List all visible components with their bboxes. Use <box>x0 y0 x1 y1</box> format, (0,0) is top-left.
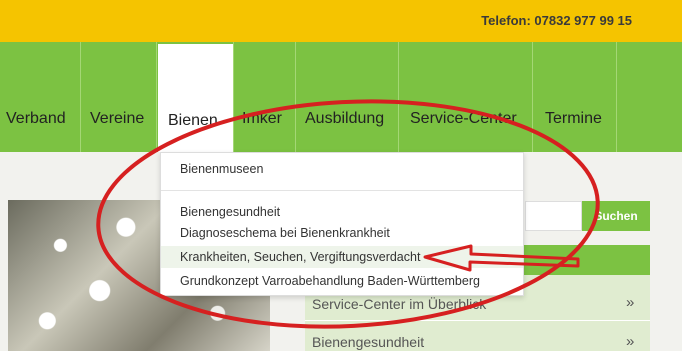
sidebar-item-service-center[interactable]: Service-Center im Überblick <box>312 296 486 312</box>
nav-item-ausbildung[interactable]: Ausbildung <box>305 110 384 128</box>
search-input[interactable] <box>525 201 582 231</box>
top-bar: Telefon: 07832 977 99 15 <box>0 0 682 42</box>
chevron-right-icon[interactable]: » <box>626 333 634 350</box>
nav-item-vereine[interactable]: Vereine <box>90 110 144 128</box>
nav-divider <box>80 42 81 152</box>
nav-divider <box>398 42 399 152</box>
menu-item-krankheiten-seuchen[interactable]: Krankheiten, Seuchen, Vergiftungsverdach… <box>180 250 420 264</box>
nav-item-bienen[interactable]: Bienen <box>158 44 233 152</box>
nav-divider <box>233 42 234 152</box>
sidebar-divider <box>305 320 650 321</box>
nav-divider <box>616 42 617 152</box>
nav-item-service-center[interactable]: Service-Center <box>410 110 517 128</box>
menu-item-bienengesundheit[interactable]: Bienengesundheit <box>180 205 280 219</box>
nav-divider <box>532 42 533 152</box>
chevron-right-icon[interactable]: » <box>626 294 634 311</box>
nav-divider <box>156 42 157 152</box>
search-button[interactable]: Suchen <box>582 201 650 231</box>
main-navigation <box>0 42 682 152</box>
nav-item-termine[interactable]: Termine <box>545 110 602 128</box>
sidebar-item-bienengesundheit[interactable]: Bienengesundheit <box>312 334 424 350</box>
bienen-dropdown-menu: Bienenmuseen Bienengesundheit Diagnosesc… <box>160 152 524 296</box>
phone-number: Telefon: 07832 977 99 15 <box>481 13 632 28</box>
nav-item-verband[interactable]: Verband <box>6 110 66 128</box>
menu-item-diagnoseschema[interactable]: Diagnoseschema bei Bienenkrankheit <box>180 226 390 240</box>
nav-divider <box>295 42 296 152</box>
menu-item-bienenmuseen[interactable]: Bienenmuseen <box>180 162 263 176</box>
menu-divider <box>161 190 523 191</box>
nav-item-bienen-label: Bienen <box>168 112 218 129</box>
menu-item-grundkonzept-varroa[interactable]: Grundkonzept Varroabehandlung Baden-Würt… <box>180 274 480 288</box>
nav-item-imker[interactable]: Imker <box>242 110 282 128</box>
